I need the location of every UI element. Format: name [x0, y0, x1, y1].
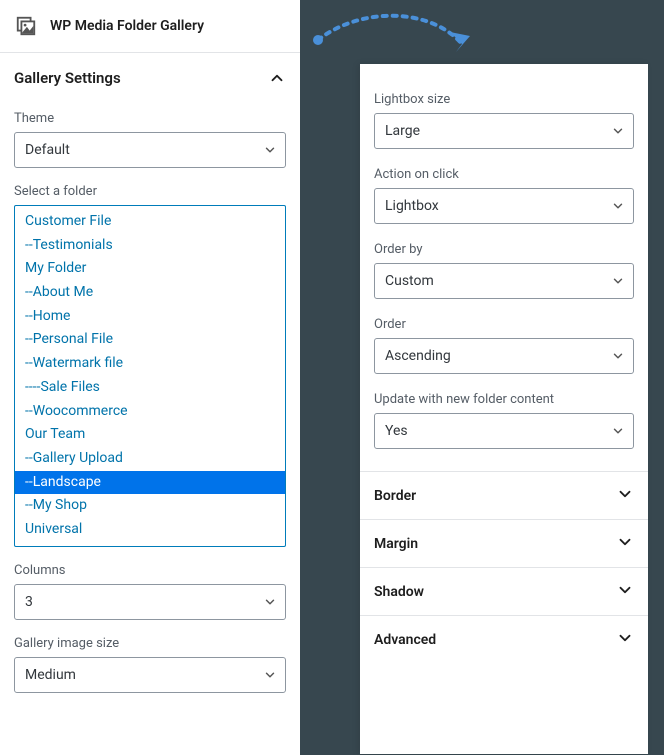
accordion-shadow-title: Shadow: [374, 584, 424, 600]
chevron-down-icon: [263, 668, 277, 682]
folder-option[interactable]: --Personal File: [15, 328, 285, 352]
right-panel-body: Lightbox size Large Action on click Ligh…: [360, 64, 648, 449]
folder-option[interactable]: --Landscape: [15, 471, 285, 495]
chevron-down-icon: [616, 485, 634, 507]
lightbox-size-value: Large: [385, 123, 420, 139]
folder-option[interactable]: --My Shop: [15, 494, 285, 518]
columns-select-value: 3: [25, 594, 33, 610]
theme-label: Theme: [14, 111, 286, 126]
folder-option[interactable]: ----Sale Files: [15, 376, 285, 400]
chevron-down-icon: [611, 199, 625, 213]
folder-label: Select a folder: [14, 184, 286, 199]
chevron-down-icon: [611, 424, 625, 438]
action-click-select[interactable]: Lightbox: [374, 188, 634, 224]
folder-option[interactable]: --About Me: [15, 281, 285, 305]
right-panel: Lightbox size Large Action on click Ligh…: [360, 64, 648, 754]
order-label: Order: [374, 317, 634, 332]
accordion-border[interactable]: Border: [360, 471, 648, 519]
accordion-border-title: Border: [374, 488, 416, 504]
update-folder-select[interactable]: Yes: [374, 413, 634, 449]
order-select[interactable]: Ascending: [374, 338, 634, 374]
folder-option[interactable]: --Woocommerce: [15, 400, 285, 424]
update-folder-label: Update with new folder content: [374, 392, 634, 407]
chevron-down-icon: [263, 595, 277, 609]
image-size-select[interactable]: Medium: [14, 657, 286, 693]
folder-option[interactable]: --Home: [15, 305, 285, 329]
lightbox-size-select[interactable]: Large: [374, 113, 634, 149]
section-title: Gallery Settings: [14, 69, 121, 87]
order-by-select[interactable]: Custom: [374, 263, 634, 299]
image-size-select-value: Medium: [25, 667, 76, 683]
accordion-margin[interactable]: Margin: [360, 519, 648, 567]
accordion-advanced-title: Advanced: [374, 632, 436, 648]
columns-select[interactable]: 3: [14, 584, 286, 620]
gallery-settings-toggle[interactable]: Gallery Settings: [0, 53, 300, 95]
action-click-label: Action on click: [374, 167, 634, 182]
chevron-up-icon: [268, 69, 286, 87]
chevron-down-icon: [611, 349, 625, 363]
lightbox-size-label: Lightbox size: [374, 92, 634, 107]
accordion-advanced[interactable]: Advanced: [360, 615, 648, 663]
update-folder-value: Yes: [385, 423, 408, 439]
panel-header: WP Media Folder Gallery: [0, 0, 300, 53]
folder-option[interactable]: --Watermark file: [15, 352, 285, 376]
gallery-block-icon: [14, 14, 38, 38]
chevron-down-icon: [616, 533, 634, 555]
section-body: Theme Default Select a folder Customer F…: [0, 111, 300, 709]
image-size-label: Gallery image size: [14, 636, 286, 651]
folder-option[interactable]: Our Team: [15, 423, 285, 447]
chevron-down-icon: [263, 143, 277, 157]
accordion-margin-title: Margin: [374, 536, 418, 552]
theme-select-value: Default: [25, 142, 70, 158]
chevron-down-icon: [611, 274, 625, 288]
panel-title: WP Media Folder Gallery: [50, 18, 204, 34]
left-panel: WP Media Folder Gallery Gallery Settings…: [0, 0, 300, 755]
folder-option[interactable]: My Folder: [15, 257, 285, 281]
pointer-arrow: [310, 12, 480, 62]
order-by-label: Order by: [374, 242, 634, 257]
folder-option[interactable]: Customer File: [15, 210, 285, 234]
columns-label: Columns: [14, 563, 286, 578]
order-by-value: Custom: [385, 273, 434, 289]
folder-option[interactable]: --Gallery Upload: [15, 447, 285, 471]
folder-option[interactable]: Universal: [15, 518, 285, 542]
folder-select[interactable]: Customer File--TestimonialsMy Folder--Ab…: [14, 205, 286, 547]
action-click-value: Lightbox: [385, 198, 439, 214]
chevron-down-icon: [616, 581, 634, 603]
order-value: Ascending: [385, 348, 451, 364]
theme-select[interactable]: Default: [14, 132, 286, 168]
chevron-down-icon: [616, 629, 634, 651]
folder-option[interactable]: --Testimonials: [15, 234, 285, 258]
accordion-shadow[interactable]: Shadow: [360, 567, 648, 615]
chevron-down-icon: [611, 124, 625, 138]
